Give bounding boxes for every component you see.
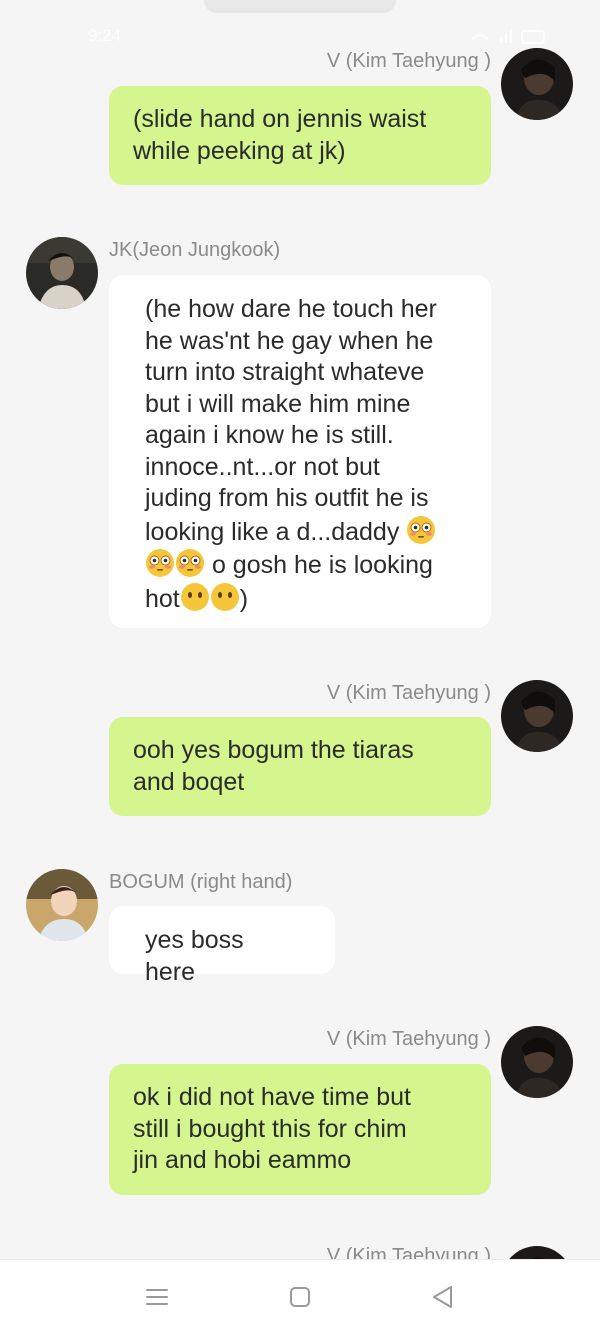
message-bubble[interactable]: ok i did not have time but still i bough… — [109, 1064, 491, 1195]
avatar-v[interactable] — [501, 680, 573, 752]
sender-name: V (Kim Taehyung ) — [326, 50, 491, 72]
message-text: ooh yes bogum the tiaras and boqet — [133, 736, 414, 796]
sender-name: JK(Jeon Jungkook) — [109, 239, 281, 261]
status-time: 9:24 — [88, 26, 122, 45]
message-text: (he how dare he touch her he was'nt he g… — [145, 294, 461, 615]
flushed-face-icon — [145, 548, 175, 578]
system-nav-bar — [0, 1259, 600, 1334]
message-text-part: (he how dare he touch her he was'nt he g… — [145, 295, 437, 546]
message-text-part: ) — [239, 584, 249, 613]
message-text: (slide hand on jennis waist while peekin… — [133, 105, 427, 165]
message-bubble[interactable]: yes boss here — [109, 906, 335, 986]
message-text: yes boss here — [145, 926, 244, 986]
home-square-icon[interactable] — [285, 1282, 315, 1312]
status-bar: 9:24 — [0, 22, 600, 52]
avatar-v[interactable] — [501, 48, 573, 120]
sender-name: V (Kim Taehyung ) — [326, 682, 491, 704]
sender-name: BOGUM (right hand) — [109, 871, 293, 893]
status-icons — [462, 25, 562, 51]
no-mouth-face-icon — [180, 582, 210, 612]
message-text: ok i did not have time but still i bough… — [133, 1083, 411, 1174]
avatar-v[interactable] — [501, 1026, 573, 1098]
no-mouth-face-icon — [210, 582, 240, 612]
flushed-face-icon — [175, 548, 205, 578]
message-bubble[interactable]: (he how dare he touch her he was'nt he g… — [109, 275, 491, 628]
menu-icon[interactable] — [142, 1282, 172, 1312]
wifi-signal-battery-icon — [471, 29, 545, 44]
back-triangle-icon[interactable] — [428, 1282, 458, 1312]
avatar-bogum[interactable] — [26, 869, 98, 941]
top-handle — [204, 0, 396, 13]
avatar-jk[interactable] — [26, 237, 98, 309]
message-bubble[interactable]: ooh yes bogum the tiaras and boqet — [109, 717, 491, 816]
message-bubble[interactable]: (slide hand on jennis waist while peekin… — [109, 86, 491, 185]
sender-name: V (Kim Taehyung ) — [326, 1028, 491, 1050]
flushed-face-icon — [406, 515, 436, 545]
